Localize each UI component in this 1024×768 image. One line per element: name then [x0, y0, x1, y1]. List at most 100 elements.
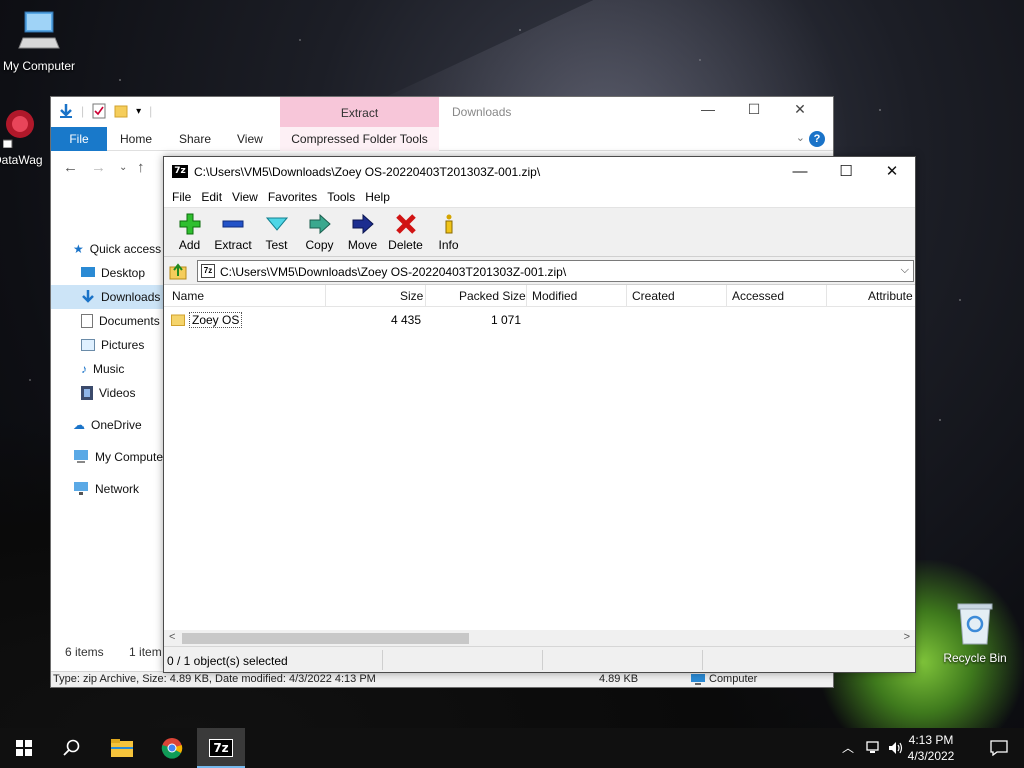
expand-ribbon-icon[interactable]: ⌄: [796, 131, 805, 144]
video-icon: [81, 386, 93, 400]
close-icon[interactable]: ✕: [869, 157, 915, 187]
desktop-icon-label: Recycle Bin: [943, 651, 1007, 665]
sidebar-item-downloads[interactable]: Downloads: [51, 285, 167, 309]
minimize-icon[interactable]: —: [777, 157, 823, 187]
network-icon[interactable]: [866, 741, 882, 755]
info-icon: [445, 214, 452, 234]
add-label: Add: [178, 238, 201, 252]
path-input[interactable]: 7z C:\Users\VM5\Downloads\Zoey OS-202204…: [197, 260, 914, 282]
taskbar-chrome[interactable]: [148, 728, 196, 768]
sidebar-item-documents[interactable]: Documents: [51, 309, 167, 333]
tab-view[interactable]: View: [237, 127, 263, 151]
sevenzip-window[interactable]: 7z C:\Users\VM5\Downloads\Zoey OS-202204…: [163, 156, 916, 673]
scroll-left-icon[interactable]: <: [169, 631, 175, 643]
delete-button[interactable]: Delete: [384, 208, 427, 256]
search-button[interactable]: [48, 728, 96, 768]
system-tray: ︿ 4:13 PM 4/3/2022: [824, 728, 1024, 768]
download-arrow-icon[interactable]: [59, 103, 73, 119]
folder-up-icon[interactable]: [169, 262, 187, 280]
maximize-icon[interactable]: ☐: [731, 101, 777, 118]
up-icon[interactable]: ↑: [137, 159, 145, 176]
sidebar-item-label: Documents: [99, 314, 160, 328]
sidebar-item-videos[interactable]: Videos: [51, 381, 167, 405]
desktop-icon-label: My Computer: [2, 59, 76, 73]
tab-extract-contextual[interactable]: Extract: [280, 97, 439, 127]
toolbar-divider: |: [149, 104, 153, 118]
recent-dropdown-icon[interactable]: ⌄: [119, 162, 127, 173]
chevron-up-icon[interactable]: ︿: [842, 739, 854, 756]
sidebar-item-music[interactable]: ♪ Music: [51, 357, 167, 381]
tab-compressed-folder-tools[interactable]: Compressed Folder Tools: [280, 127, 439, 151]
menu-file[interactable]: File: [167, 187, 196, 207]
clock[interactable]: 4:13 PM 4/3/2022: [896, 732, 966, 764]
close-icon[interactable]: ✕: [777, 101, 823, 118]
start-button[interactable]: [0, 728, 48, 768]
column-created[interactable]: Created: [632, 289, 675, 303]
chevron-down-icon[interactable]: ⌵: [901, 264, 909, 277]
list-item[interactable]: Zoey OS 4 435 1 071: [167, 310, 907, 330]
chrome-icon: [161, 738, 183, 759]
sidebar-item-pictures[interactable]: Pictures: [51, 333, 167, 357]
sidebar-item-desktop[interactable]: Desktop: [51, 261, 167, 285]
help-icon[interactable]: ?: [809, 131, 825, 147]
minimize-icon[interactable]: —: [685, 101, 731, 118]
column-modified[interactable]: Modified: [532, 289, 577, 303]
address-bar: 7z C:\Users\VM5\Downloads\Zoey OS-202204…: [164, 257, 915, 285]
taskbar: 7z ︿ 4:13 PM 4/3/2022: [0, 728, 1024, 768]
cloud-icon: ☁: [73, 418, 85, 432]
notification-icon[interactable]: [990, 740, 1008, 756]
status-bar: 0 / 1 object(s) selected: [164, 646, 915, 672]
menu-help[interactable]: Help: [360, 187, 395, 207]
info-button[interactable]: Info: [427, 208, 470, 256]
column-packed-size[interactable]: Packed Size: [459, 289, 526, 303]
horizontal-scrollbar[interactable]: < >: [164, 630, 915, 647]
column-accessed[interactable]: Accessed: [732, 289, 784, 303]
ribbon-tabs: File Home Share View Compressed Folder T…: [51, 127, 833, 151]
menu-edit[interactable]: Edit: [196, 187, 227, 207]
customize-dropdown-icon[interactable]: ▾: [136, 106, 141, 117]
back-icon[interactable]: ←: [63, 159, 78, 176]
sidebar-item-quick-access[interactable]: ★ Quick access: [51, 237, 167, 261]
tab-home[interactable]: Home: [120, 127, 152, 151]
sidebar-item-network[interactable]: Network: [51, 477, 167, 501]
properties-icon[interactable]: [92, 103, 106, 119]
desktop-icon-my-computer[interactable]: My Computer: [0, 8, 82, 73]
new-folder-icon[interactable]: [114, 103, 128, 119]
add-button[interactable]: Add: [168, 208, 211, 256]
scroll-right-icon[interactable]: >: [904, 631, 910, 643]
forward-icon[interactable]: →: [91, 159, 106, 176]
test-button[interactable]: Test: [255, 208, 298, 256]
test-label: Test: [265, 238, 288, 252]
menu-bar: File Edit View Favorites Tools Help: [164, 187, 915, 207]
menu-favorites[interactable]: Favorites: [263, 187, 322, 207]
delete-icon: [395, 214, 416, 234]
sidebar-item-my-computer[interactable]: My Computer: [51, 445, 167, 469]
quick-access-toolbar: | ▾ |: [59, 103, 152, 119]
navigation-pane: ★ Quick access Desktop Downloads Documen…: [51, 237, 167, 501]
list-header: Name Size Packed Size Modified Created A…: [164, 285, 915, 307]
column-name[interactable]: Name: [172, 289, 204, 303]
sevenzip-icon: 7z: [209, 739, 233, 757]
explorer-titlebar[interactable]: | ▾ | Extract Downloads — ☐ ✕: [51, 97, 833, 127]
column-attributes[interactable]: Attribute: [868, 289, 913, 303]
sidebar-item-onedrive[interactable]: ☁ OneDrive: [51, 413, 167, 437]
desktop-icon-recycle-bin[interactable]: Recycle Bin: [932, 602, 1018, 665]
scroll-thumb[interactable]: [182, 633, 469, 644]
taskbar-file-explorer[interactable]: [98, 728, 146, 768]
tab-file[interactable]: File: [51, 127, 107, 151]
menu-tools[interactable]: Tools: [322, 187, 360, 207]
toolbar-divider: |: [81, 104, 85, 118]
maximize-icon[interactable]: ☐: [823, 157, 869, 187]
copy-button[interactable]: Copy: [298, 208, 341, 256]
menu-view[interactable]: View: [227, 187, 263, 207]
taskbar-7zip[interactable]: 7z: [197, 728, 245, 768]
sevenzip-titlebar[interactable]: 7z C:\Users\VM5\Downloads\Zoey OS-202204…: [164, 157, 915, 187]
column-size[interactable]: Size: [400, 289, 423, 303]
desktop-icon-datawag[interactable]: DataWag: [0, 108, 52, 167]
extract-button[interactable]: Extract: [211, 208, 255, 256]
move-button[interactable]: Move: [341, 208, 384, 256]
copy-label: Copy: [305, 238, 334, 252]
tab-share[interactable]: Share: [179, 127, 211, 151]
recycle-bin-icon: [957, 603, 993, 645]
file-explorer-icon: [111, 739, 133, 757]
